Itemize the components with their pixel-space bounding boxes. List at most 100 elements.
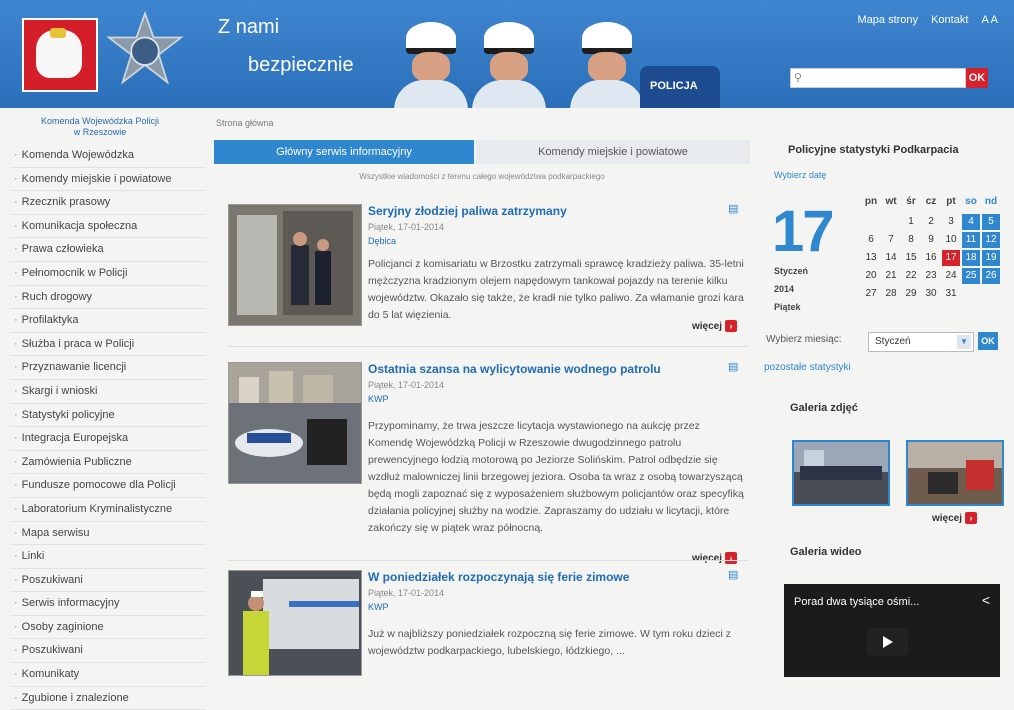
more-link[interactable]: więcej › [692,552,738,564]
article-thumbnail[interactable] [228,204,362,326]
sidebar-item[interactable]: · Serwis informacyjny [10,592,206,616]
sidebar-item[interactable]: · Statystyki policyjne [10,404,206,428]
arrow-right-icon: › [725,320,738,332]
sidebar-item[interactable]: · Zgubione i znalezione [10,687,206,710]
sitemap-link[interactable]: Mapa strony [858,14,919,26]
calendar-day[interactable]: 24 [942,268,960,284]
font-size-link[interactable]: A A [981,14,998,26]
sidebar-item[interactable]: · Rzecznik prasowy [10,191,206,215]
breadcrumb[interactable]: Strona główna [216,118,274,128]
calendar-day[interactable]: 18 [962,250,980,266]
gallery-thumbnail[interactable] [906,440,1004,506]
calendar-day[interactable]: 12 [982,232,1000,248]
other-stats-link[interactable]: pozostałe statystyki [764,362,851,373]
contact-link[interactable]: Kontakt [931,14,968,26]
calendar-day[interactable]: 14 [882,250,900,266]
calendar-day[interactable]: 2 [922,214,940,230]
calendar-day[interactable]: 9 [922,232,940,248]
calendar-weekday-header: pn [864,196,878,207]
sidebar-item[interactable]: · Profilaktyka [10,309,206,333]
calendar-day[interactable]: 11 [962,232,980,248]
calendar-day[interactable]: 7 [882,232,900,248]
sidebar-item[interactable]: · Fundusze pomocowe dla Policji [10,474,206,498]
article-text: Już w najbliższy poniedziałek rozpoczną … [368,628,731,657]
calendar-day[interactable]: 23 [922,268,940,284]
calendar-day[interactable]: 5 [982,214,1000,230]
sidebar-item[interactable]: · Mapa serwisu [10,522,206,546]
sidebar-item[interactable]: · Laboratorium Kryminalistyczne [10,498,206,522]
top-links: Mapa strony Kontakt A A [848,14,999,26]
gallery-thumbnail[interactable] [792,440,890,506]
sidebar-item[interactable]: · Komendy miejskie i powiatowe [10,168,206,192]
article-title[interactable]: W poniedziałek rozpoczynają się ferie zi… [368,570,629,584]
share-icon[interactable]: < [982,592,990,608]
sidebar-item[interactable]: · Przyznawanie licencji [10,356,206,380]
sidebar-item[interactable]: · Zamówienia Publiczne [10,451,206,475]
sidebar-item[interactable]: · Komunikaty [10,663,206,687]
agency-name[interactable]: Komenda Wojewódzka Policji w Rzeszowie [28,116,172,138]
sidebar-item[interactable]: · Prawa człowieka [10,238,206,262]
month-ok-button[interactable]: OK [978,332,998,350]
calendar-day[interactable]: 19 [982,250,1000,266]
article-location[interactable]: Dębica [368,236,396,246]
poland-emblem[interactable] [22,18,98,92]
sidebar-item[interactable]: · Służba i praca w Policji [10,333,206,357]
play-icon[interactable] [866,628,908,656]
calendar-day[interactable]: 28 [882,286,900,302]
tab-main-news[interactable]: Główny serwis informacyjny [214,140,474,164]
print-icon[interactable]: ▤ [728,202,738,215]
calendar-weekday-header: cz [925,196,937,207]
video-caption: Porad dwa tysiące ośmi... [794,596,920,608]
gallery-more-link[interactable]: więcej › [932,512,978,524]
choose-date-link[interactable]: Wybierz datę [774,170,826,180]
print-icon[interactable]: ▤ [728,568,738,581]
calendar-day[interactable]: 22 [902,268,920,284]
print-icon[interactable]: ▤ [728,360,738,373]
sidebar-item[interactable]: · Poszukiwani [10,639,206,664]
news-article: W poniedziałek rozpoczynają się ferie zi… [228,568,748,677]
officer-photo [470,22,548,108]
article-thumbnail[interactable] [228,362,362,484]
calendar-day[interactable]: 21 [882,268,900,284]
calendar-day[interactable]: 10 [942,232,960,248]
tab-city-commands[interactable]: Komendy miejskie i powiatowe [476,140,750,164]
sidebar-item[interactable]: · Osoby zaginione [10,616,206,640]
sidebar-item[interactable]: · Pełnomocnik w Policji [10,262,206,286]
sidebar-item[interactable]: · Linki [10,545,206,569]
more-link[interactable]: więcej › [692,320,738,332]
search-button[interactable]: OK [966,68,988,88]
article-location[interactable]: KWP [368,602,389,612]
video-player[interactable]: Porad dwa tysiące ośmi... < [784,584,1000,677]
calendar-day[interactable]: 25 [962,268,980,284]
calendar-day[interactable]: 17 [942,250,960,266]
sidebar-item[interactable]: · Ruch drogowy [10,286,206,310]
search-input[interactable]: ⚲ [790,68,966,88]
article-text: Przypominamy, że trwa jeszcze licytacja … [368,420,744,534]
white-eagle-icon [36,28,82,78]
news-tabs: Główny serwis informacyjny Komendy miejs… [214,140,750,164]
calendar-day[interactable]: 29 [902,286,920,302]
article-title[interactable]: Seryjny złodziej paliwa zatrzymany [368,204,567,218]
calendar-day[interactable]: 4 [962,214,980,230]
calendar-day[interactable]: 1 [902,214,920,230]
calendar-day[interactable]: 26 [982,268,1000,284]
article-location[interactable]: KWP [368,394,389,404]
calendar-day[interactable]: 16 [922,250,940,266]
sidebar-item[interactable]: · Integracja Europejska [10,427,206,451]
calendar-day[interactable]: 27 [862,286,880,302]
calendar-day[interactable]: 13 [862,250,880,266]
calendar-day[interactable]: 3 [942,214,960,230]
sidebar-item[interactable]: · Komunikacja społeczna [10,215,206,239]
calendar-day[interactable]: 20 [862,268,880,284]
calendar-day[interactable]: 6 [862,232,880,248]
sidebar-item[interactable]: · Poszukiwani [10,569,206,593]
article-title[interactable]: Ostatnia szansa na wylicytowanie wodnego… [368,362,661,376]
article-thumbnail[interactable] [228,570,362,676]
sidebar-item[interactable]: · Komenda Wojewódzka [10,144,206,168]
month-select[interactable]: Styczeń ▼ [868,332,974,352]
calendar-day[interactable]: 30 [922,286,940,302]
calendar-day[interactable]: 8 [902,232,920,248]
sidebar-item[interactable]: · Skargi i wnioski [10,380,206,404]
calendar-day[interactable]: 31 [942,286,960,302]
calendar-day[interactable]: 15 [902,250,920,266]
